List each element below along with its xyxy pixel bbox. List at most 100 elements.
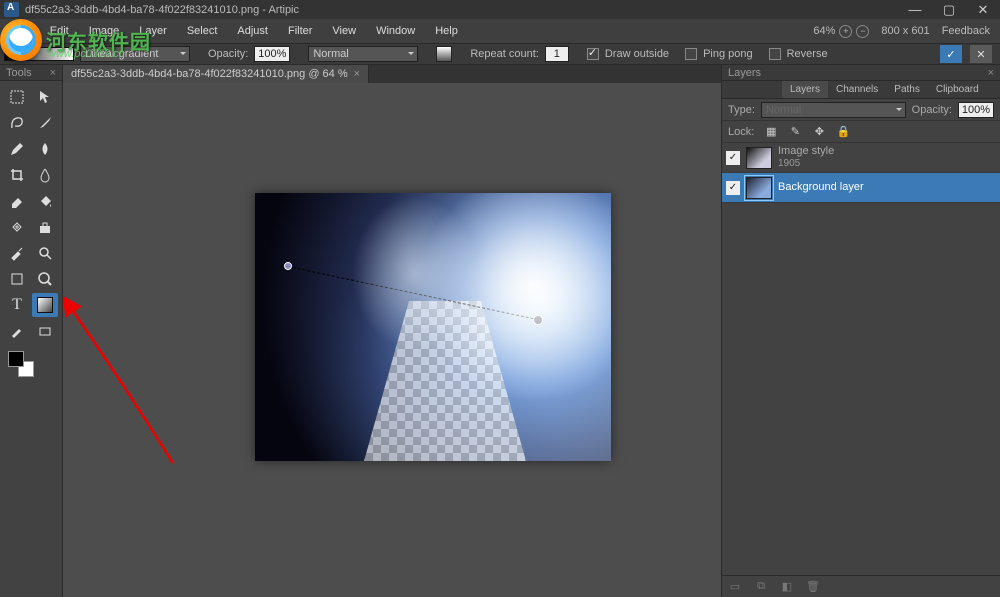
titlebar: df55c2a3-3ddb-4bd4-ba78-4f022f83241010.p… — [0, 0, 1000, 19]
close-button[interactable]: ✕ — [966, 0, 1000, 19]
layer-thumbnail[interactable] — [746, 177, 772, 199]
tab-clipboard[interactable]: Clipboard — [928, 81, 987, 98]
reverse-checkbox[interactable] — [769, 48, 781, 60]
canvas-area: df55c2a3-3ddb-4bd4-ba78-4f022f83241010.p… — [63, 65, 721, 597]
gradient-type-icon[interactable] — [436, 46, 452, 62]
menubar: File Edit Image Layer Select Adjust Filt… — [0, 19, 1000, 43]
delete-layer-icon[interactable]: 🗑 — [806, 580, 820, 594]
tool-crop[interactable] — [4, 163, 30, 187]
tool-gradient[interactable] — [32, 293, 58, 317]
tab-layers[interactable]: Layers — [782, 81, 828, 98]
gradient-end-handle[interactable] — [533, 315, 543, 325]
ping-pong-label: Ping pong — [703, 48, 753, 60]
tool-marquee[interactable] — [4, 85, 30, 109]
layer-row[interactable]: ✓ Image style 1905 — [722, 143, 1000, 173]
cancel-button[interactable]: ✕ — [970, 45, 992, 63]
draw-outside-checkbox[interactable] — [587, 48, 599, 60]
tools-panel: Tools× T — [0, 65, 63, 597]
canvas-dimensions: 800 x 601 — [881, 25, 929, 37]
tool-zoom[interactable] — [32, 241, 58, 265]
close-icon[interactable]: × — [354, 68, 360, 80]
menu-help[interactable]: Help — [425, 22, 468, 40]
document-tab[interactable]: df55c2a3-3ddb-4bd4-ba78-4f022f83241010.p… — [63, 65, 369, 83]
tool-eyedropper[interactable] — [4, 241, 30, 265]
zoom-in-button[interactable]: + — [839, 25, 852, 38]
menu-window[interactable]: Window — [366, 22, 425, 40]
opacity-input[interactable]: 100% — [254, 46, 290, 62]
blend-mode-dropdown[interactable]: Normal — [308, 46, 418, 62]
tool-brush[interactable] — [32, 111, 58, 135]
tool-rect[interactable] — [32, 319, 58, 343]
tab-paths[interactable]: Paths — [886, 81, 928, 98]
tool-lasso[interactable] — [4, 111, 30, 135]
tool-pencil[interactable] — [4, 137, 30, 161]
menu-select[interactable]: Select — [177, 22, 228, 40]
layer-opacity-label: Opacity: — [912, 104, 952, 116]
gradient-start-handle[interactable] — [284, 262, 292, 270]
menu-adjust[interactable]: Adjust — [227, 22, 278, 40]
menu-image[interactable]: Image — [79, 22, 130, 40]
lock-position-icon[interactable]: ✥ — [812, 125, 826, 139]
app-icon — [4, 2, 19, 17]
lock-all-icon[interactable]: 🔒 — [836, 125, 850, 139]
maximize-button[interactable]: ▢ — [932, 0, 966, 19]
visibility-toggle[interactable]: ✓ — [726, 151, 740, 165]
menu-file[interactable]: File — [2, 22, 40, 40]
layers-panel: Layers× Layers Channels Paths Clipboard … — [721, 65, 1000, 597]
workspace[interactable] — [63, 83, 721, 597]
layer-name: Background layer — [778, 181, 864, 194]
foreground-color[interactable] — [8, 351, 24, 367]
opacity-label: Opacity: — [208, 48, 248, 60]
tool-color-picker[interactable] — [4, 319, 30, 343]
repeat-label: Repeat count: — [470, 48, 539, 60]
window-title: df55c2a3-3ddb-4bd4-ba78-4f022f83241010.p… — [25, 4, 898, 16]
lock-paint-icon[interactable]: ✎ — [788, 125, 802, 139]
tab-channels[interactable]: Channels — [828, 81, 886, 98]
layer-name: Image style — [778, 145, 834, 158]
tool-blur[interactable] — [32, 137, 58, 161]
tool-magnify[interactable] — [32, 267, 58, 291]
apply-button[interactable]: ✓ — [940, 45, 962, 63]
type-label: Type: — [728, 104, 755, 116]
layer-row[interactable]: ✓ Background layer — [722, 173, 1000, 203]
tool-move[interactable] — [32, 85, 58, 109]
gradient-line[interactable] — [288, 266, 539, 320]
ping-pong-checkbox[interactable] — [685, 48, 697, 60]
canvas-image[interactable] — [255, 193, 611, 461]
close-icon[interactable]: × — [50, 67, 56, 79]
duplicate-layer-icon[interactable]: ⧉ — [754, 580, 768, 594]
tool-bucket[interactable] — [32, 189, 58, 213]
feedback-link[interactable]: Feedback — [942, 25, 990, 37]
gradient-preview[interactable] — [4, 47, 74, 61]
menu-edit[interactable]: Edit — [40, 22, 79, 40]
tool-clone[interactable] — [32, 215, 58, 239]
zoom-level: 64% — [813, 25, 835, 37]
menu-filter[interactable]: Filter — [278, 22, 322, 40]
annotation-arrow — [63, 283, 203, 483]
menu-view[interactable]: View — [322, 22, 366, 40]
tool-text[interactable]: T — [4, 293, 30, 317]
layer-thumbnail[interactable] — [746, 147, 772, 169]
layer-opacity-input[interactable]: 100% — [958, 102, 994, 118]
lock-transparency-icon[interactable]: ▦ — [764, 125, 778, 139]
layers-header: Layers× — [722, 65, 1000, 81]
reverse-label: Reverse — [787, 48, 828, 60]
layer-list: ✓ Image style 1905 ✓ Background layer — [722, 143, 1000, 575]
repeat-input[interactable]: 1 — [545, 46, 569, 62]
tool-droplet[interactable] — [32, 163, 58, 187]
new-layer-icon[interactable]: ▭ — [728, 580, 742, 594]
gradient-mode-dropdown[interactable]: Linear gradient — [80, 46, 190, 62]
close-icon[interactable]: × — [988, 67, 994, 79]
zoom-out-button[interactable]: − — [856, 25, 869, 38]
tools-header: Tools× — [0, 65, 62, 81]
color-swatches[interactable] — [0, 347, 62, 377]
visibility-toggle[interactable]: ✓ — [726, 181, 740, 195]
layer-type-dropdown[interactable]: Normal — [761, 102, 906, 118]
tool-heal[interactable] — [4, 215, 30, 239]
minimize-button[interactable]: — — [898, 0, 932, 19]
layer-mask-icon[interactable]: ◧ — [780, 580, 794, 594]
tool-shape[interactable] — [4, 267, 30, 291]
tool-eraser[interactable] — [4, 189, 30, 213]
layer-sub: 1905 — [778, 158, 834, 170]
menu-layer[interactable]: Layer — [129, 22, 177, 40]
